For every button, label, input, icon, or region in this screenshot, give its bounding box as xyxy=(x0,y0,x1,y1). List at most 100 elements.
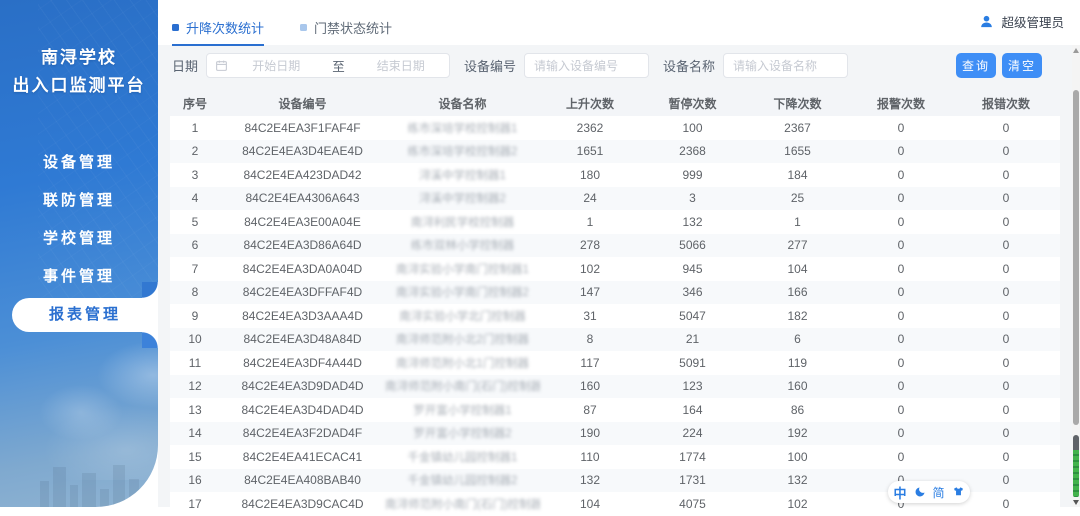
date-separator: 至 xyxy=(332,60,345,74)
cell-up-count: 147 xyxy=(579,285,601,300)
cell-down-count: 25 xyxy=(790,191,805,206)
scroll-indicator-cap xyxy=(1073,435,1079,450)
table-row: 15 84C2E4EA41ECAC41 千金镇幼儿园控制器1 110 1774 100 0 0 xyxy=(170,445,1060,469)
cell-error-count: 0 xyxy=(1002,191,1010,206)
cell-device-name: 浔溪中学控制器1 xyxy=(419,169,506,182)
date-end-input[interactable]: 结束日期 xyxy=(353,57,450,74)
cell-down-count: 132 xyxy=(787,473,808,488)
col-header-alarm-count: 报警次数 xyxy=(876,96,925,111)
cell-device-name: 南浔实验小学南门控制器2 xyxy=(396,287,529,300)
scrollbar-thumb[interactable] xyxy=(1073,90,1079,425)
vertical-scrollbar[interactable] xyxy=(1072,45,1080,507)
table-row: 13 84C2E4EA3D4DAD4D 罗开富小学控制器1 87 164 86 0 0 xyxy=(170,398,1060,422)
cell-alarm-count: 0 xyxy=(897,426,905,441)
table-row: 11 84C2E4EA3DF4A44D 南浔师范附小北1门控制器 117 5091 119… xyxy=(170,351,1060,375)
tab-bullet-icon xyxy=(300,24,308,31)
cell-device-name: 南浔师范附小北1门控制器 xyxy=(396,357,529,370)
moon-icon[interactable] xyxy=(914,486,926,498)
clear-button[interactable]: 清空 xyxy=(1002,53,1042,78)
cell-index: 17 xyxy=(188,496,202,511)
cell-up-count: 132 xyxy=(579,473,601,488)
sidebar-item-3[interactable]: 学校管理 xyxy=(0,220,158,258)
cell-pause-count: 1774 xyxy=(679,449,706,464)
app-title-line1: 南浔学校 xyxy=(41,48,117,67)
cell-device-name: 千金镇幼儿园控制器2 xyxy=(407,475,518,488)
cell-alarm-count: 0 xyxy=(897,285,905,300)
cell-device-name: 南浔实验小学北门控制器 xyxy=(399,310,526,323)
device-name-input[interactable] xyxy=(723,53,849,78)
cell-device-name: 罗开富小学控制器2 xyxy=(413,428,512,441)
cell-up-count: 102 xyxy=(579,261,601,276)
cell-pause-count: 123 xyxy=(682,379,703,394)
device-id-input[interactable] xyxy=(524,53,650,78)
cell-alarm-count: 0 xyxy=(897,238,905,253)
cell-alarm-count: 0 xyxy=(897,379,905,394)
cell-pause-count: 100 xyxy=(682,120,703,135)
cell-down-count: 1655 xyxy=(784,144,811,159)
cell-error-count: 0 xyxy=(1002,308,1010,323)
sidebar-item-2[interactable]: 联防管理 xyxy=(0,182,158,220)
cell-down-count: 1 xyxy=(794,214,801,229)
tab-1[interactable]: 升降次数统计 xyxy=(172,18,265,46)
cell-up-count: 278 xyxy=(579,238,601,253)
cell-device-id: 84C2E4EA3D3AAA4D xyxy=(242,308,363,323)
cell-index: 13 xyxy=(188,402,202,417)
scrollbar-up-arrow-icon[interactable] xyxy=(1073,48,1079,53)
col-header-error-count: 报错次数 xyxy=(981,96,1030,111)
tab-2[interactable]: 门禁状态统计 xyxy=(300,18,392,46)
cell-down-count: 2367 xyxy=(784,120,811,135)
user-menu[interactable]: 超级管理员 xyxy=(979,12,1064,31)
table-row: 8 84C2E4EA3DFFAF4D 南浔实验小学南门控制器2 147 346 166 0 0 xyxy=(170,280,1060,304)
ime-toolbar[interactable]: 中 简 xyxy=(888,481,970,503)
cell-index: 14 xyxy=(188,426,202,441)
cell-down-count: 102 xyxy=(787,496,808,511)
cell-alarm-count: 0 xyxy=(897,332,905,347)
col-header-down-count: 下降次数 xyxy=(773,96,822,111)
cell-down-count: 160 xyxy=(787,379,808,394)
table-row: 14 84C2E4EA3F2DAD4F 罗开富小学控制器2 190 224 192 0 0 xyxy=(170,421,1060,445)
cell-device-id: 84C2E4EA3DFFAF4D xyxy=(242,285,363,300)
cell-up-count: 190 xyxy=(579,426,601,441)
cell-index: 1 xyxy=(191,120,199,135)
cell-device-id: 84C2E4EA3D4EAE4D xyxy=(242,144,363,159)
cell-pause-count: 945 xyxy=(682,261,703,276)
device-name-label: 设备名称 xyxy=(663,59,716,74)
cell-device-name: 练市深培学校控制器2 xyxy=(407,146,518,159)
cell-device-id: 84C2E4EA3DF4A44D xyxy=(243,355,362,370)
cell-up-count: 31 xyxy=(583,308,597,323)
cell-index: 7 xyxy=(191,261,199,276)
sidebar-item-4[interactable]: 事件管理 xyxy=(0,258,158,296)
date-range-picker[interactable]: 开始日期 至 结束日期 xyxy=(206,53,451,78)
ime-chinese-mode-button[interactable]: 中 xyxy=(893,483,906,502)
cell-index: 16 xyxy=(188,473,202,488)
search-button[interactable]: 查询 xyxy=(956,53,996,78)
cell-pause-count: 5066 xyxy=(679,238,706,253)
cell-device-name: 南浔利民学校控制器 xyxy=(410,216,515,229)
ime-simplified-button[interactable]: 简 xyxy=(933,484,945,501)
col-header-device-id: 设备编号 xyxy=(278,96,327,111)
cell-error-count: 0 xyxy=(1002,449,1010,464)
date-start-input[interactable]: 开始日期 xyxy=(228,57,325,74)
cell-index: 2 xyxy=(191,144,199,159)
cell-alarm-count: 0 xyxy=(897,261,905,276)
cell-alarm-count: 0 xyxy=(897,144,905,159)
cell-up-count: 24 xyxy=(583,191,597,206)
cell-alarm-count: 0 xyxy=(897,355,905,370)
col-header-index: 序号 xyxy=(182,96,207,111)
sidebar-item-1[interactable]: 设备管理 xyxy=(0,144,158,182)
scrollbar-down-arrow-icon[interactable] xyxy=(1073,500,1079,505)
app-title-line2: 出入口监测平台 xyxy=(12,76,146,96)
cell-pause-count: 346 xyxy=(682,285,703,300)
cell-pause-count: 224 xyxy=(682,426,703,441)
user-name: 超级管理员 xyxy=(1001,16,1064,30)
tab-bullet-icon xyxy=(172,24,179,32)
scroll-indicator-green xyxy=(1073,450,1079,497)
statistics-table: 序号 设备编号 设备名称 上升次数 暂停次数 下降次数 报警次数 报错次数 1 84C2E4EA3… xyxy=(170,90,1060,516)
cell-pause-count: 999 xyxy=(682,167,703,182)
cell-device-name: 练市深培学校控制器1 xyxy=(407,122,518,135)
sidebar-item-5[interactable]: 报表管理 xyxy=(12,282,158,349)
skyline-decoration xyxy=(40,461,158,507)
skin-shirt-icon[interactable] xyxy=(952,486,965,498)
table-row: 5 84C2E4EA3E00A04E 南浔利民学校控制器 1 132 1 0 0 xyxy=(170,210,1060,234)
cell-device-name: 浔溪中学控制器2 xyxy=(419,193,506,206)
